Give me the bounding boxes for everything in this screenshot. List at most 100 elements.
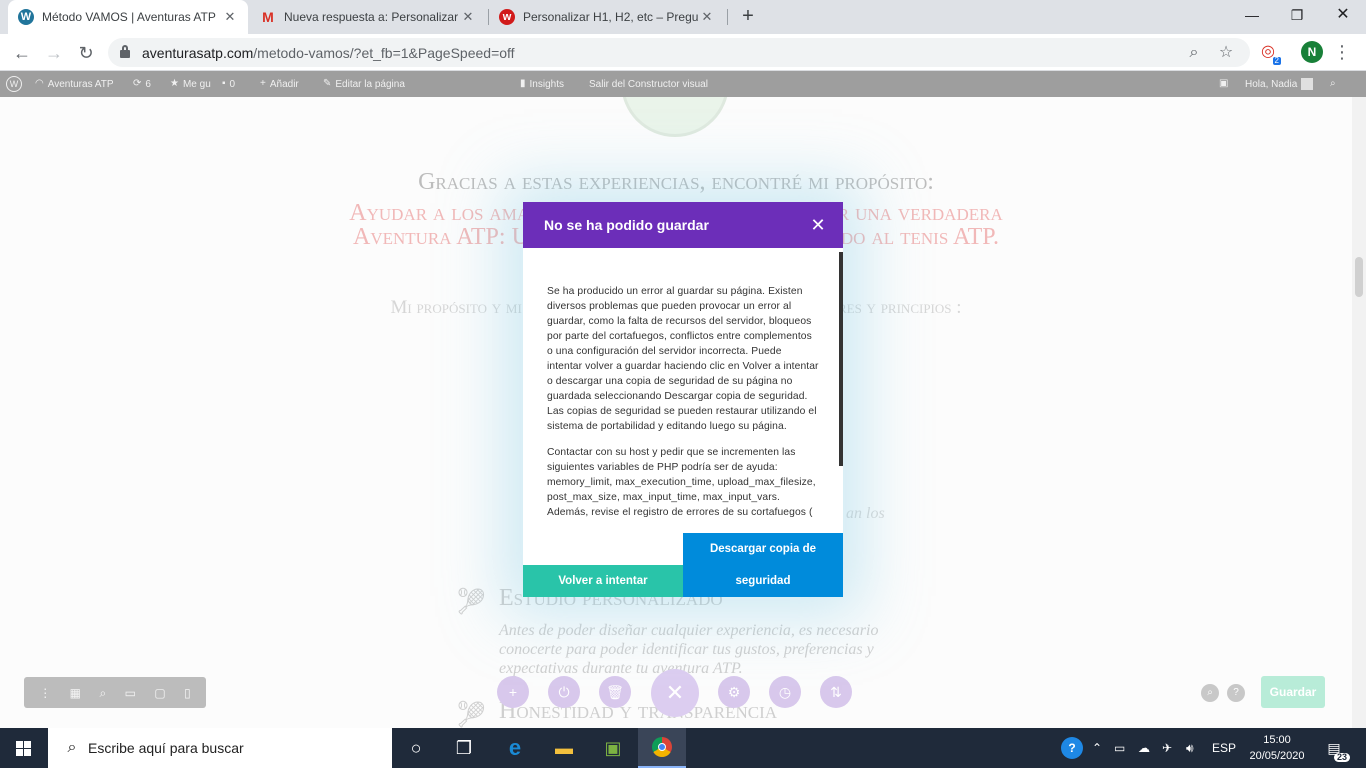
battery-icon[interactable]: ▭ xyxy=(1114,738,1125,758)
modal-title: No se ha podido guardar xyxy=(544,217,709,233)
wireframe-icon[interactable]: ▦ xyxy=(70,687,81,699)
notification-count: 23 xyxy=(1333,753,1350,762)
insights-label: Insights xyxy=(529,78,564,90)
tablet-icon[interactable]: ▢ xyxy=(154,687,165,699)
windows-start-icon[interactable] xyxy=(0,728,48,768)
heading-gracias: Gracias a estas experiencias, encontré m… xyxy=(418,169,934,195)
add-icon[interactable]: + xyxy=(497,676,529,708)
page-scrollbar[interactable] xyxy=(1352,97,1366,728)
divi-view-toolbar: ⋮ ▦ ⌕ ▭ ▢ ▯ xyxy=(24,677,206,708)
chrome-icon[interactable] xyxy=(638,728,686,768)
extension-icon[interactable]: ◎ 2 xyxy=(1257,41,1281,65)
close-icon[interactable]: ✕ xyxy=(808,215,828,235)
trash-icon[interactable]: 🗑︎ xyxy=(599,676,631,708)
pencil-icon: ✎ xyxy=(323,78,332,89)
wp-updates[interactable]: ⟳ 6 xyxy=(133,71,151,97)
retry-button[interactable]: Volver a intentar xyxy=(523,565,683,597)
power-icon[interactable]: ⏻ xyxy=(548,676,580,708)
wp-account[interactable]: Hola, Nadia xyxy=(1245,71,1314,97)
network-icon[interactable]: ☁ xyxy=(1138,738,1150,758)
dashboard-icon: ◠ xyxy=(35,78,44,89)
more-vertical-icon[interactable]: ⋮ xyxy=(39,687,51,699)
add-label: Añadir xyxy=(269,78,299,90)
phone-icon[interactable]: ▯ xyxy=(184,687,191,699)
comment-icon: ▪ xyxy=(222,78,226,89)
scrollbar-thumb[interactable] xyxy=(1355,257,1363,297)
bookmark-star-icon[interactable]: ☆ xyxy=(1215,42,1237,64)
help-tray-icon[interactable]: ? xyxy=(1061,737,1083,759)
app-icon[interactable]: ▣ xyxy=(589,728,637,768)
reload-icon[interactable]: ↻ xyxy=(74,41,98,65)
save-button[interactable]: Guardar xyxy=(1261,676,1325,708)
minimize-icon[interactable]: — xyxy=(1237,5,1267,25)
forward-arrow-icon[interactable]: → xyxy=(42,41,66,65)
settings-gear-icon[interactable]: ⚙ xyxy=(718,676,750,708)
updates-count: 6 xyxy=(145,78,151,90)
close-window-icon[interactable]: ✕ xyxy=(1328,5,1358,25)
url-path: /metodo-vamos/?et_fb=1&PageSpeed=off xyxy=(253,45,515,61)
close-builder-icon[interactable]: ✕ xyxy=(651,669,699,717)
back-arrow-icon[interactable]: ← xyxy=(10,41,34,65)
airplane-icon[interactable]: ✈ xyxy=(1162,738,1172,758)
search-icon: ⌕ xyxy=(67,739,77,756)
taskbar-search[interactable]: ⌕ Escribe aquí para buscar xyxy=(48,728,392,768)
chevron-up-icon[interactable]: ⌃ xyxy=(1092,738,1102,758)
wp-edit-page[interactable]: ✎ Editar la página xyxy=(323,71,405,97)
download-backup-button[interactable]: Descargar copia de seguridad xyxy=(683,533,843,597)
zoom-icon[interactable]: ⌕ xyxy=(99,687,106,699)
tab-title: Personalizar H1, H2, etc – Pregun xyxy=(523,10,699,24)
wp-like[interactable]: ★ Me gu xyxy=(170,71,211,97)
wp-search[interactable]: ⌕ xyxy=(1330,71,1336,97)
tennis-racket-icon: 🎾︎ xyxy=(455,700,489,728)
search-placeholder: Escribe aquí para buscar xyxy=(88,740,244,756)
browser-tab-strip: W Método VAMOS | Aventuras ATP ✕ M Nueva… xyxy=(0,0,1366,34)
tennis-racket-icon: 🎾︎ xyxy=(455,587,489,616)
tab-separator xyxy=(727,9,728,25)
wp-exit-builder[interactable]: Salir del Constructor visual xyxy=(589,71,708,97)
new-tab-plus-icon[interactable]: + xyxy=(737,5,759,27)
wp-comments[interactable]: ▪ 0 xyxy=(222,71,235,97)
wp-site-link[interactable]: ◠ Aventuras ATP xyxy=(35,71,114,97)
task-view-icon[interactable]: ❐ xyxy=(440,728,488,768)
close-tab-icon[interactable]: ✕ xyxy=(460,9,476,25)
restore-icon[interactable]: ❐ xyxy=(1282,5,1312,25)
edge-browser-icon[interactable]: e xyxy=(491,728,539,768)
url-text[interactable]: aventurasatp.com/metodo-vamos/?et_fb=1&P… xyxy=(142,45,515,61)
close-tab-icon[interactable]: ✕ xyxy=(699,9,715,25)
exit-builder-label: Salir del Constructor visual xyxy=(589,78,708,90)
tab-gmail[interactable]: M Nueva respuesta a: Personalizar H ✕ xyxy=(250,0,486,34)
more-vertical-icon[interactable]: ⋮ xyxy=(1333,41,1351,63)
clock-time: 15:00 xyxy=(1263,734,1291,746)
zoom-magnifier-icon[interactable]: ⌕ xyxy=(1183,42,1205,64)
lock-icon xyxy=(120,45,130,58)
cortana-circle-icon[interactable]: ○ xyxy=(392,728,440,768)
modal-paragraph: Contactar con su host y pedir que se inc… xyxy=(547,447,816,518)
language-indicator[interactable]: ESP xyxy=(1212,738,1236,758)
modal-scrollbar[interactable] xyxy=(839,252,843,466)
modal-body[interactable]: Se ha producido un error al guardar su p… xyxy=(523,248,843,565)
notifications-icon[interactable]: ▤ 23 xyxy=(1322,738,1350,762)
address-bar[interactable]: aventurasatp.com/metodo-vamos/?et_fb=1&P… xyxy=(108,38,1250,67)
help-icon[interactable]: ? xyxy=(1227,684,1245,702)
close-tab-icon[interactable]: ✕ xyxy=(222,9,238,25)
wp-support-icon: w xyxy=(499,9,515,25)
file-explorer-icon[interactable]: ▬ xyxy=(540,728,588,768)
desktop-icon[interactable]: ▭ xyxy=(125,687,136,699)
volume-icon[interactable]: 🔊︎ xyxy=(1186,738,1194,758)
clock-date: 20/05/2020 xyxy=(1249,750,1305,762)
sort-icon[interactable]: ⇅ xyxy=(820,676,852,708)
wp-insights[interactable]: ▮ Insights xyxy=(520,71,564,97)
search-icon[interactable]: ⌕ xyxy=(1201,684,1219,702)
wordpress-logo-icon[interactable]: W xyxy=(6,71,22,97)
clock[interactable]: 15:00 20/05/2020 xyxy=(1244,732,1310,764)
history-icon[interactable]: ◷ xyxy=(769,676,801,708)
feature-description: Antes de poder diseñar cualquier experie… xyxy=(499,622,879,677)
url-host: aventurasatp.com xyxy=(142,45,254,61)
modal-header: No se ha podido guardar ✕ xyxy=(523,202,843,248)
tab-metodo-vamos[interactable]: W Método VAMOS | Aventuras ATP ✕ xyxy=(8,0,248,34)
profile-avatar[interactable]: N xyxy=(1301,41,1323,63)
tab-wp-support[interactable]: w Personalizar H1, H2, etc – Pregun ✕ xyxy=(489,0,725,34)
wp-add-new[interactable]: + Añadir xyxy=(260,71,299,97)
wp-admin-bar: W ◠ Aventuras ATP ⟳ 6 ★ Me gu ▪ 0 + Añadir ✎ E… xyxy=(0,71,1366,97)
wp-notifications[interactable]: ▣ xyxy=(1219,71,1228,97)
